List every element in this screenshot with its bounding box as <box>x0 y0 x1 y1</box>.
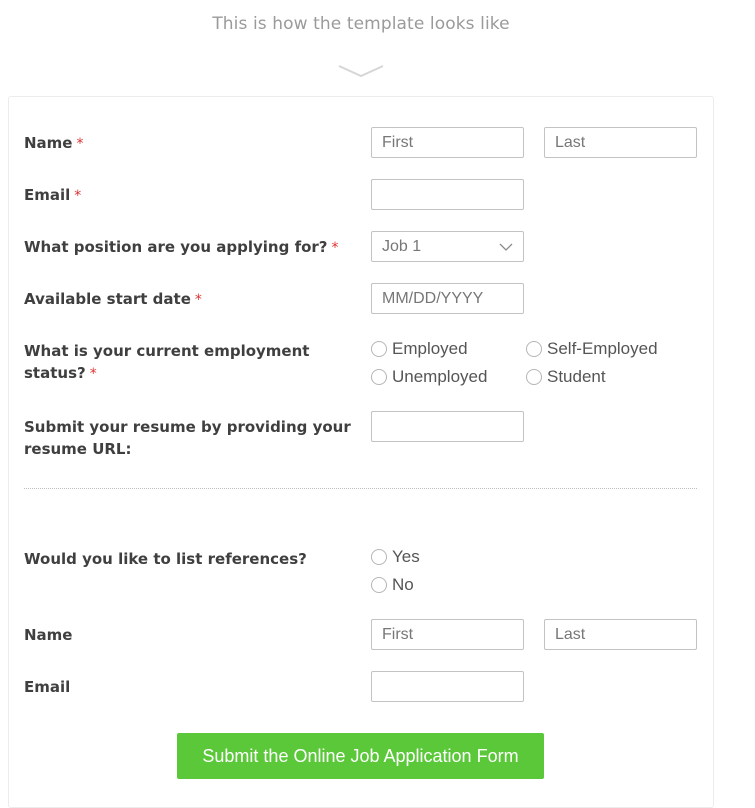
reference-name-label: Name <box>24 626 73 644</box>
radio-circle[interactable] <box>371 369 387 385</box>
employment-option-self-employed[interactable]: Self-Employed <box>526 339 658 359</box>
radio-circle[interactable] <box>371 341 387 357</box>
reference-email-label: Email <box>24 678 71 696</box>
required-marker: * <box>194 292 202 308</box>
radio-circle[interactable] <box>526 369 542 385</box>
start-date-label: Available start date * <box>24 290 202 308</box>
employment-status-label: What is your current employment status? * <box>24 342 310 382</box>
position-selected-value: Job 1 <box>382 238 422 255</box>
resume-url-label: Submit your resume by providing your res… <box>24 418 351 458</box>
first-name-input[interactable]: First <box>371 127 524 158</box>
template-caption: This is how the template looks like <box>212 14 510 34</box>
reference-first-name-input[interactable]: First <box>371 619 524 650</box>
chevron-down-icon <box>499 243 513 251</box>
name-label: Name * <box>24 134 84 152</box>
required-marker: * <box>76 136 84 152</box>
resume-url-input[interactable] <box>371 411 524 442</box>
employment-option-student[interactable]: Student <box>526 367 606 387</box>
required-marker: * <box>331 240 339 256</box>
references-label: Would you like to list references? <box>24 550 307 568</box>
email-input[interactable] <box>371 179 524 210</box>
references-option-yes[interactable]: Yes <box>371 547 420 567</box>
employment-option-employed[interactable]: Employed <box>371 339 468 359</box>
chevron-down-icon <box>338 65 384 78</box>
position-label: What position are you applying for? * <box>24 238 339 256</box>
submit-application-button[interactable]: Submit the Online Job Application Form <box>177 733 544 779</box>
required-marker: * <box>74 188 82 204</box>
section-divider <box>24 488 697 489</box>
start-date-input[interactable]: MM/DD/YYYY <box>371 283 524 314</box>
reference-email-input[interactable] <box>371 671 524 702</box>
required-marker: * <box>89 366 97 382</box>
reference-last-name-input[interactable]: Last <box>544 619 697 650</box>
employment-option-unemployed[interactable]: Unemployed <box>371 367 487 387</box>
radio-circle[interactable] <box>371 577 387 593</box>
radio-circle[interactable] <box>526 341 542 357</box>
last-name-input[interactable]: Last <box>544 127 697 158</box>
radio-circle[interactable] <box>371 549 387 565</box>
references-option-no[interactable]: No <box>371 575 414 595</box>
email-label: Email * <box>24 186 82 204</box>
position-select[interactable]: Job 1 <box>371 231 524 262</box>
